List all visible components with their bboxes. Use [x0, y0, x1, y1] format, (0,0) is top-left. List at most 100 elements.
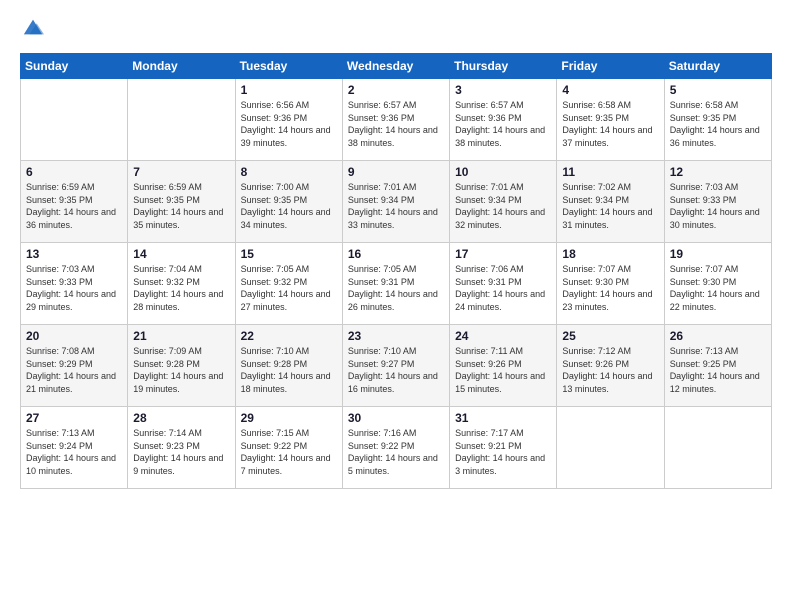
- calendar-cell: 9Sunrise: 7:01 AMSunset: 9:34 PMDaylight…: [342, 161, 449, 243]
- weekday-header: Sunday: [21, 54, 128, 79]
- day-number: 27: [26, 411, 122, 425]
- weekday-header: Friday: [557, 54, 664, 79]
- day-number: 14: [133, 247, 229, 261]
- day-info: Sunrise: 6:58 AMSunset: 9:35 PMDaylight:…: [562, 99, 658, 149]
- day-info: Sunrise: 7:03 AMSunset: 9:33 PMDaylight:…: [670, 181, 766, 231]
- day-number: 29: [241, 411, 337, 425]
- calendar-cell: 14 Sunrise: 7:04 AMSunset: 9:32 PMDayligh…: [128, 243, 235, 325]
- calendar-cell: 16 Sunrise: 7:05 AMSunset: 9:31 PMDayligh…: [342, 243, 449, 325]
- weekday-header: Wednesday: [342, 54, 449, 79]
- day-info: Sunrise: 7:05 AMSunset: 9:32 PMDaylight:…: [241, 263, 337, 313]
- calendar-cell: 28 Sunrise: 7:14 AMSunset: 9:23 PMDayligh…: [128, 407, 235, 489]
- calendar-header-row: SundayMondayTuesdayWednesdayThursdayFrid…: [21, 54, 772, 79]
- calendar-week-row: 1Sunrise: 6:56 AMSunset: 9:36 PMDaylight…: [21, 79, 772, 161]
- calendar-cell: 20Sunrise: 7:08 AMSunset: 9:29 PMDayligh…: [21, 325, 128, 407]
- calendar-cell: 31 Sunrise: 7:17 AMSunset: 9:21 PMDayligh…: [450, 407, 557, 489]
- day-number: 5: [670, 83, 766, 97]
- weekday-header: Thursday: [450, 54, 557, 79]
- calendar-cell: 30 Sunrise: 7:16 AMSunset: 9:22 PMDayligh…: [342, 407, 449, 489]
- day-number: 1: [241, 83, 337, 97]
- day-number: 30: [348, 411, 444, 425]
- calendar-cell: 12 Sunrise: 7:03 AMSunset: 9:33 PMDayligh…: [664, 161, 771, 243]
- day-number: 16: [348, 247, 444, 261]
- day-info: Sunrise: 7:03 AMSunset: 9:33 PMDaylight:…: [26, 263, 122, 313]
- calendar-cell: 4 Sunrise: 6:58 AMSunset: 9:35 PMDaylight…: [557, 79, 664, 161]
- day-info: Sunrise: 7:09 AMSunset: 9:28 PMDaylight:…: [133, 345, 229, 395]
- day-number: 23: [348, 329, 444, 343]
- day-info: Sunrise: 7:14 AMSunset: 9:23 PMDaylight:…: [133, 427, 229, 477]
- day-info: Sunrise: 7:08 AMSunset: 9:29 PMDaylight:…: [26, 345, 122, 395]
- calendar-week-row: 27Sunrise: 7:13 AMSunset: 9:24 PMDayligh…: [21, 407, 772, 489]
- day-info: Sunrise: 7:01 AMSunset: 9:34 PMDaylight:…: [455, 181, 551, 231]
- day-number: 6: [26, 165, 122, 179]
- day-info: Sunrise: 7:12 AMSunset: 9:26 PMDaylight:…: [562, 345, 658, 395]
- day-info: Sunrise: 7:16 AMSunset: 9:22 PMDaylight:…: [348, 427, 444, 477]
- calendar-cell: [557, 407, 664, 489]
- calendar-cell: 18 Sunrise: 7:07 AMSunset: 9:30 PMDayligh…: [557, 243, 664, 325]
- calendar: SundayMondayTuesdayWednesdayThursdayFrid…: [20, 53, 772, 489]
- day-number: 3: [455, 83, 551, 97]
- calendar-cell: 10 Sunrise: 7:01 AMSunset: 9:34 PMDayligh…: [450, 161, 557, 243]
- day-info: Sunrise: 7:15 AMSunset: 9:22 PMDaylight:…: [241, 427, 337, 477]
- day-info: Sunrise: 6:59 AMSunset: 9:35 PMDaylight:…: [26, 181, 122, 231]
- day-number: 12: [670, 165, 766, 179]
- day-info: Sunrise: 7:11 AMSunset: 9:26 PMDaylight:…: [455, 345, 551, 395]
- calendar-cell: 17Sunrise: 7:06 AMSunset: 9:31 PMDayligh…: [450, 243, 557, 325]
- calendar-cell: 2 Sunrise: 6:57 AMSunset: 9:36 PMDaylight…: [342, 79, 449, 161]
- calendar-week-row: 6 Sunrise: 6:59 AMSunset: 9:35 PMDaylight…: [21, 161, 772, 243]
- calendar-cell: 26 Sunrise: 7:13 AMSunset: 9:25 PMDayligh…: [664, 325, 771, 407]
- day-number: 26: [670, 329, 766, 343]
- calendar-cell: 8Sunrise: 7:00 AMSunset: 9:35 PMDaylight…: [235, 161, 342, 243]
- day-info: Sunrise: 6:57 AMSunset: 9:36 PMDaylight:…: [348, 99, 444, 149]
- day-info: Sunrise: 7:07 AMSunset: 9:30 PMDaylight:…: [562, 263, 658, 313]
- calendar-cell: 11Sunrise: 7:02 AMSunset: 9:34 PMDayligh…: [557, 161, 664, 243]
- day-info: Sunrise: 7:17 AMSunset: 9:21 PMDaylight:…: [455, 427, 551, 477]
- calendar-cell: 22Sunrise: 7:10 AMSunset: 9:28 PMDayligh…: [235, 325, 342, 407]
- calendar-cell: 19 Sunrise: 7:07 AMSunset: 9:30 PMDayligh…: [664, 243, 771, 325]
- day-number: 22: [241, 329, 337, 343]
- day-number: 15: [241, 247, 337, 261]
- day-number: 21: [133, 329, 229, 343]
- day-number: 2: [348, 83, 444, 97]
- weekday-header: Saturday: [664, 54, 771, 79]
- calendar-cell: 29 Sunrise: 7:15 AMSunset: 9:22 PMDayligh…: [235, 407, 342, 489]
- day-number: 31: [455, 411, 551, 425]
- day-number: 28: [133, 411, 229, 425]
- day-number: 17: [455, 247, 551, 261]
- day-info: Sunrise: 6:59 AMSunset: 9:35 PMDaylight:…: [133, 181, 229, 231]
- header: [20, 16, 772, 43]
- day-number: 11: [562, 165, 658, 179]
- day-info: Sunrise: 7:07 AMSunset: 9:30 PMDaylight:…: [670, 263, 766, 313]
- calendar-cell: 24 Sunrise: 7:11 AMSunset: 9:26 PMDayligh…: [450, 325, 557, 407]
- calendar-cell: [664, 407, 771, 489]
- calendar-week-row: 20Sunrise: 7:08 AMSunset: 9:29 PMDayligh…: [21, 325, 772, 407]
- calendar-cell: 1Sunrise: 6:56 AMSunset: 9:36 PMDaylight…: [235, 79, 342, 161]
- day-info: Sunrise: 7:10 AMSunset: 9:27 PMDaylight:…: [348, 345, 444, 395]
- weekday-header: Monday: [128, 54, 235, 79]
- day-number: 10: [455, 165, 551, 179]
- calendar-cell: 13 Sunrise: 7:03 AMSunset: 9:33 PMDayligh…: [21, 243, 128, 325]
- day-number: 13: [26, 247, 122, 261]
- logo: [20, 16, 44, 43]
- calendar-cell: 21 Sunrise: 7:09 AMSunset: 9:28 PMDayligh…: [128, 325, 235, 407]
- day-number: 4: [562, 83, 658, 97]
- day-info: Sunrise: 7:05 AMSunset: 9:31 PMDaylight:…: [348, 263, 444, 313]
- day-info: Sunrise: 7:04 AMSunset: 9:32 PMDaylight:…: [133, 263, 229, 313]
- calendar-week-row: 13 Sunrise: 7:03 AMSunset: 9:33 PMDayligh…: [21, 243, 772, 325]
- logo-block: [20, 16, 44, 43]
- page: SundayMondayTuesdayWednesdayThursdayFrid…: [0, 0, 792, 612]
- calendar-cell: 6 Sunrise: 6:59 AMSunset: 9:35 PMDaylight…: [21, 161, 128, 243]
- day-info: Sunrise: 7:13 AMSunset: 9:25 PMDaylight:…: [670, 345, 766, 395]
- day-info: Sunrise: 6:57 AMSunset: 9:36 PMDaylight:…: [455, 99, 551, 149]
- day-info: Sunrise: 7:01 AMSunset: 9:34 PMDaylight:…: [348, 181, 444, 231]
- day-number: 7: [133, 165, 229, 179]
- calendar-cell: 7 Sunrise: 6:59 AMSunset: 9:35 PMDaylight…: [128, 161, 235, 243]
- calendar-cell: 25Sunrise: 7:12 AMSunset: 9:26 PMDayligh…: [557, 325, 664, 407]
- day-number: 19: [670, 247, 766, 261]
- calendar-cell: 27Sunrise: 7:13 AMSunset: 9:24 PMDayligh…: [21, 407, 128, 489]
- calendar-cell: [128, 79, 235, 161]
- day-number: 18: [562, 247, 658, 261]
- weekday-header: Tuesday: [235, 54, 342, 79]
- calendar-cell: 5Sunrise: 6:58 AMSunset: 9:35 PMDaylight…: [664, 79, 771, 161]
- day-number: 24: [455, 329, 551, 343]
